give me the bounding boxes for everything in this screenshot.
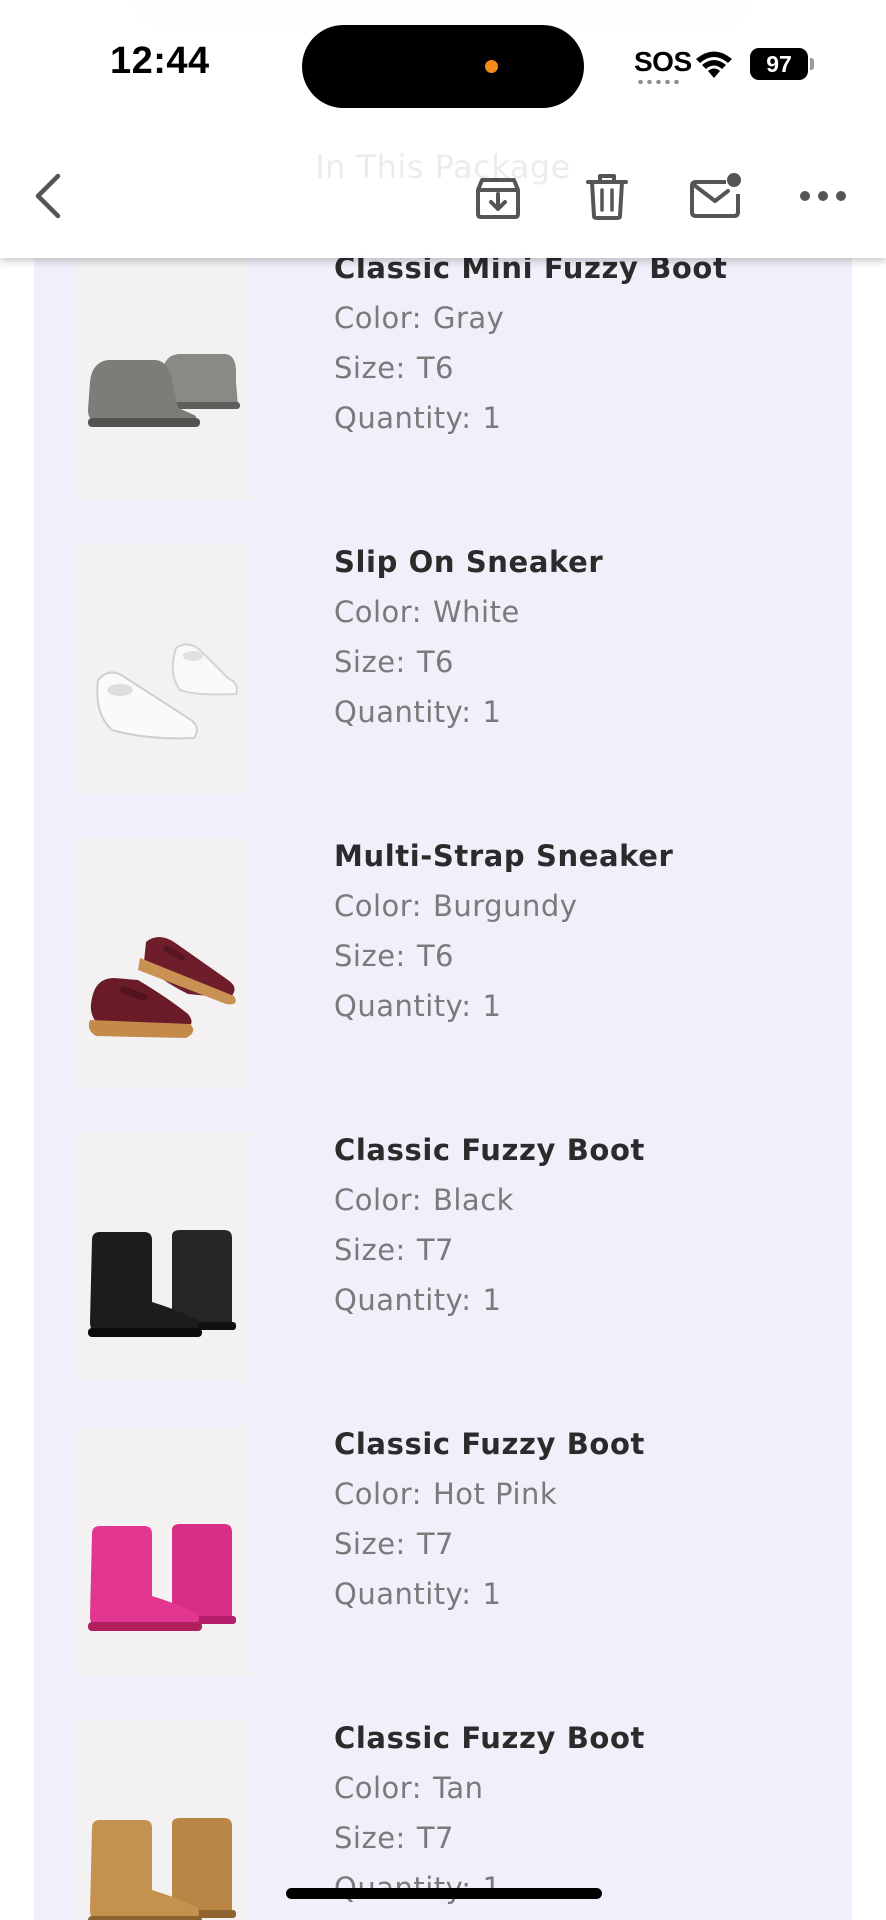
mail-message-screen: Classic Mini Fuzzy Boot Color: Gray Size… bbox=[0, 0, 886, 1920]
product-color-row: Color: Burgundy bbox=[334, 888, 673, 924]
product-name[interactable]: Classic Fuzzy Boot bbox=[334, 1132, 645, 1168]
quantity-label: Quantity: bbox=[334, 989, 472, 1023]
product-name[interactable]: Slip On Sneaker bbox=[334, 544, 603, 580]
color-label: Color: bbox=[334, 1477, 422, 1511]
quantity-value: 1 bbox=[482, 401, 502, 435]
product-color-row: Color: Black bbox=[334, 1182, 645, 1218]
faded-section-heading: In This Package bbox=[315, 148, 571, 186]
product-image-hot-pink-boot[interactable] bbox=[76, 1426, 250, 1676]
hot-pink-fuzzy-boot-image bbox=[88, 1524, 236, 1631]
color-value: Burgundy bbox=[432, 889, 578, 923]
product-color-row: Color: Gray bbox=[334, 300, 727, 336]
product-name[interactable]: Classic Fuzzy Boot bbox=[334, 1720, 645, 1756]
product-size-row: Size: T7 bbox=[334, 1232, 645, 1268]
color-label: Color: bbox=[334, 1183, 422, 1217]
recording-indicator-dot bbox=[485, 60, 498, 73]
size-label: Size: bbox=[334, 351, 406, 385]
size-label: Size: bbox=[334, 1527, 406, 1561]
product-size-row: Size: T7 bbox=[334, 1526, 645, 1562]
quantity-label: Quantity: bbox=[334, 1283, 472, 1317]
size-value: T6 bbox=[416, 351, 454, 385]
trash-icon[interactable] bbox=[582, 168, 632, 224]
quantity-value: 1 bbox=[482, 989, 502, 1023]
product-name[interactable]: Classic Fuzzy Boot bbox=[334, 1426, 645, 1462]
product-image-tan-boot[interactable] bbox=[76, 1720, 250, 1920]
product-item: Slip On Sneaker Color: White Size: T6 Qu… bbox=[34, 544, 852, 794]
chevron-left-icon[interactable] bbox=[30, 168, 70, 224]
product-image-burgundy-sneaker[interactable] bbox=[76, 838, 250, 1088]
product-details: Classic Fuzzy Boot Color: Hot Pink Size:… bbox=[334, 1426, 645, 1612]
black-fuzzy-boot-image bbox=[88, 1230, 236, 1337]
color-value: White bbox=[432, 595, 520, 629]
product-quantity-row: Quantity: 1 bbox=[334, 988, 673, 1024]
product-size-row: Size: T6 bbox=[334, 644, 603, 680]
size-value: T6 bbox=[416, 939, 454, 973]
product-image-gray-mini-boot[interactable] bbox=[76, 250, 250, 500]
color-value: Black bbox=[432, 1183, 514, 1217]
sos-indicator: SOS bbox=[634, 46, 692, 77]
envelope-unread-icon[interactable] bbox=[688, 168, 742, 224]
product-quantity-row: Quantity: 1 bbox=[334, 1576, 645, 1612]
size-label: Size: bbox=[334, 645, 406, 679]
quantity-label: Quantity: bbox=[334, 401, 472, 435]
home-indicator[interactable] bbox=[286, 1888, 602, 1899]
color-value: Tan bbox=[432, 1771, 484, 1805]
size-value: T7 bbox=[416, 1233, 454, 1267]
slip-on-sneaker-image bbox=[96, 643, 238, 740]
size-label: Size: bbox=[334, 939, 406, 973]
color-label: Color: bbox=[334, 889, 422, 923]
quantity-label: Quantity: bbox=[334, 695, 472, 729]
product-size-row: Size: T6 bbox=[334, 350, 727, 386]
product-color-row: Color: Tan bbox=[334, 1770, 645, 1806]
product-details: Classic Mini Fuzzy Boot Color: Gray Size… bbox=[334, 250, 727, 436]
color-label: Color: bbox=[334, 595, 422, 629]
product-image-white-slip-on[interactable] bbox=[76, 544, 250, 794]
product-quantity-row: Quantity: 1 bbox=[334, 694, 603, 730]
product-quantity-row: Quantity: 1 bbox=[334, 1282, 645, 1318]
product-size-row: Size: T7 bbox=[334, 1820, 645, 1856]
product-name[interactable]: Multi-Strap Sneaker bbox=[334, 838, 673, 874]
status-bar-time: 12:44 bbox=[110, 40, 210, 82]
quantity-value: 1 bbox=[482, 695, 502, 729]
size-label: Size: bbox=[334, 1233, 406, 1267]
battery-level: 97 bbox=[750, 48, 808, 80]
product-size-row: Size: T6 bbox=[334, 938, 673, 974]
size-value: T6 bbox=[416, 645, 454, 679]
dynamic-island bbox=[302, 25, 584, 108]
product-item: Multi-Strap Sneaker Color: Burgundy Size… bbox=[34, 838, 852, 1088]
ellipsis-icon[interactable] bbox=[798, 182, 848, 210]
email-body[interactable]: Classic Mini Fuzzy Boot Color: Gray Size… bbox=[34, 0, 852, 1920]
size-value: T7 bbox=[416, 1527, 454, 1561]
color-value: Gray bbox=[432, 301, 505, 335]
quantity-label: Quantity: bbox=[334, 1577, 472, 1611]
product-item: Classic Fuzzy Boot Color: Black Size: T7… bbox=[34, 1132, 852, 1382]
product-details: Multi-Strap Sneaker Color: Burgundy Size… bbox=[334, 838, 673, 1024]
product-details: Classic Fuzzy Boot Color: Tan Size: T7 Q… bbox=[334, 1720, 645, 1906]
cellular-signal-icon bbox=[636, 80, 682, 84]
product-item: Classic Mini Fuzzy Boot Color: Gray Size… bbox=[34, 250, 852, 500]
color-label: Color: bbox=[334, 301, 422, 335]
tan-fuzzy-boot-image bbox=[88, 1818, 236, 1920]
product-color-row: Color: Hot Pink bbox=[334, 1476, 645, 1512]
product-details: Classic Fuzzy Boot Color: Black Size: T7… bbox=[334, 1132, 645, 1318]
archive-tray-icon[interactable] bbox=[472, 168, 524, 224]
quantity-value: 1 bbox=[482, 1577, 502, 1611]
battery-cap bbox=[810, 58, 814, 70]
quantity-value: 1 bbox=[482, 1283, 502, 1317]
mini-boot-image bbox=[88, 354, 240, 427]
product-color-row: Color: White bbox=[334, 594, 603, 630]
color-value: Hot Pink bbox=[432, 1477, 558, 1511]
multi-strap-sneaker-image bbox=[88, 937, 236, 1038]
size-value: T7 bbox=[416, 1821, 454, 1855]
top-bar: 12:44 SOS 97 In This Package bbox=[0, 0, 886, 258]
wifi-icon bbox=[696, 51, 732, 78]
product-item: Classic Fuzzy Boot Color: Hot Pink Size:… bbox=[34, 1426, 852, 1676]
product-image-black-boot[interactable] bbox=[76, 1132, 250, 1382]
color-label: Color: bbox=[334, 1771, 422, 1805]
size-label: Size: bbox=[334, 1821, 406, 1855]
product-quantity-row: Quantity: 1 bbox=[334, 400, 727, 436]
sneaker-right bbox=[171, 643, 238, 696]
product-details: Slip On Sneaker Color: White Size: T6 Qu… bbox=[334, 544, 603, 730]
